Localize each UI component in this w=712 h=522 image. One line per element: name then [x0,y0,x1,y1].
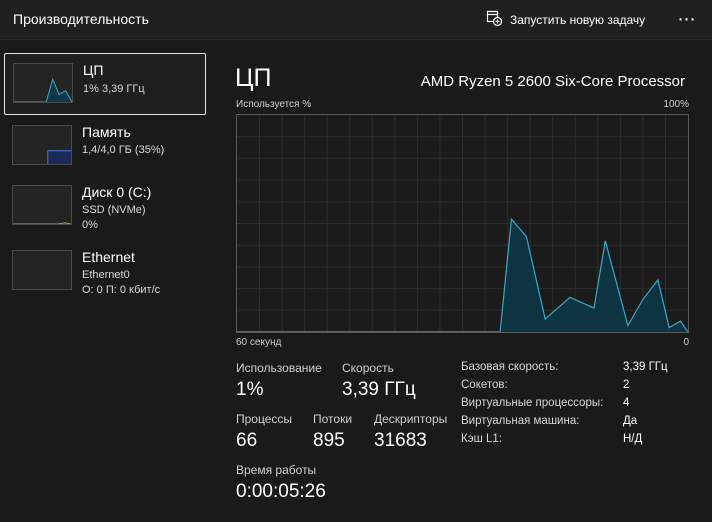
sidebar-item-detail-2: 0% [82,219,98,231]
graph-max-label: 100% [663,99,689,110]
sidebar-item-detail: 1% 3,39 ГГц [83,83,145,95]
cpu-mini-graph [13,63,73,103]
speed-value: 3,39 ГГц [342,379,416,400]
threads-value: 895 [313,430,345,451]
spec-label: Кэш L1: [461,433,502,445]
spec-value: Н/Д [623,433,643,445]
sidebar-item-detail: SSD (NVMe) [82,204,146,216]
graph-label: Используется % [236,99,312,110]
ethernet-mini-graph [12,250,72,290]
sidebar-item-detail: 1,4/4,0 ГБ (35%) [82,144,165,156]
uptime-value: 0:00:05:26 [236,481,326,502]
usage-label: Использование [236,361,322,375]
speed-label: Скорость [342,361,394,375]
axis-zero-label: 0 [683,337,689,348]
spec-value: 2 [623,379,630,391]
sidebar: ЦП 1% 3,39 ГГц Память 1,4/4,0 ГБ (35%) Д… [0,41,216,522]
sidebar-item-label: Память [82,124,131,140]
threads-label: Потоки [313,412,353,426]
new-task-icon [486,10,503,31]
sidebar-item-detail: Ethernet0 [82,269,130,281]
spec-label: Базовая скорость: [461,361,559,373]
top-bar: Производительность Запустить новую задач… [0,0,712,40]
handles-label: Дескрипторы [374,412,448,426]
sidebar-item-cpu[interactable]: ЦП 1% 3,39 ГГц [4,53,206,115]
section-title: ЦП [235,64,272,92]
spec-value: 3,39 ГГц [623,361,668,373]
spec-value: 4 [623,397,630,409]
processor-name: AMD Ryzen 5 2600 Six-Core Processor [420,73,685,90]
spec-label: Виртуальная машина: [461,415,580,427]
sidebar-item-ethernet[interactable]: Ethernet Ethernet0 О: 0 П: 0 кбит/с [4,241,206,303]
sidebar-item-label: ЦП [83,62,104,78]
sidebar-item-label: Ethernet [82,249,135,265]
more-options-icon[interactable]: ⋯ [676,8,698,30]
new-task-label: Запустить новую задачу [510,13,646,27]
mini-graph-area [14,79,72,102]
usage-value: 1% [236,379,264,400]
cpu-detail-panel: ЦП AMD Ryzen 5 2600 Six-Core Processor И… [216,41,712,522]
processes-label: Процессы [236,412,293,426]
uptime-label: Время работы [236,463,317,477]
sidebar-item-detail-2: О: 0 П: 0 кбит/с [82,284,161,296]
spec-label: Виртуальные процессоры: [461,397,604,409]
disk-mini-graph [12,185,72,225]
axis-time-label: 60 секунд [236,337,282,348]
cpu-usage-graph [236,114,689,333]
memory-fill [47,150,71,164]
page-title: Производительность [13,11,149,27]
sidebar-item-disk[interactable]: Диск 0 (C:) SSD (NVMe) 0% [4,176,206,238]
processes-value: 66 [236,430,258,451]
handles-value: 31683 [374,430,427,451]
memory-mini-graph [12,125,72,165]
spec-value: Да [623,415,638,427]
new-task-button[interactable]: Запустить новую задачу [486,10,645,30]
sidebar-item-label: Диск 0 (C:) [82,184,152,200]
sidebar-item-memory[interactable]: Память 1,4/4,0 ГБ (35%) [4,116,206,178]
spec-label: Сокетов: [461,379,508,391]
